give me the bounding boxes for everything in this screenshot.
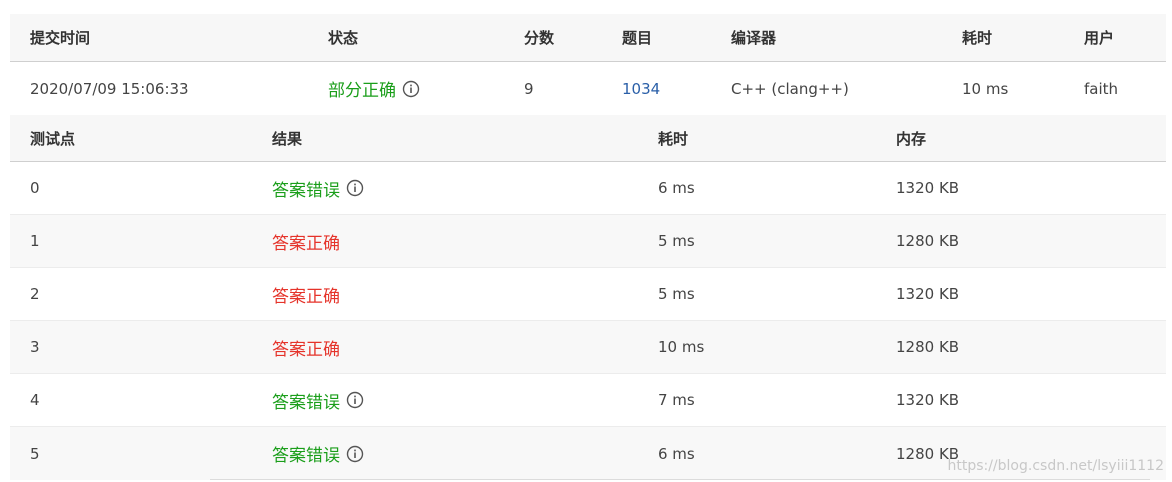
header-user: 用户	[1084, 29, 1115, 47]
testcase-result: 答案错误	[272, 374, 364, 426]
table-row: 4 答案错误 7 ms 1320 KB	[10, 374, 1166, 427]
header-score: 分数	[524, 29, 555, 47]
testcase-duration: 5 ms	[658, 232, 695, 250]
testcase-memory: 1320 KB	[896, 285, 960, 303]
header-problem: 题目	[622, 29, 653, 47]
testcase-header-row: 测试点 结果 耗时 内存	[10, 115, 1166, 162]
header-testcase-id: 测试点	[30, 129, 76, 148]
watermark: https://blog.csdn.net/lsyiii1112	[947, 458, 1164, 474]
result-label: 答案正确	[272, 286, 340, 307]
testcase-memory: 1280 KB	[896, 338, 960, 356]
submission-problem-link[interactable]: 1034	[622, 62, 660, 115]
testcase-result: 答案正确	[272, 268, 340, 320]
submission-status-label: 部分正确	[328, 81, 396, 101]
testcase-duration: 6 ms	[658, 444, 695, 463]
result-label: 答案正确	[272, 339, 340, 360]
header-compiler: 编译器	[731, 29, 777, 47]
submission-score: 9	[524, 79, 534, 98]
result-label: 答案错误	[272, 180, 340, 201]
table-row: 1 答案正确 5 ms 1280 KB	[10, 215, 1166, 268]
header-result: 结果	[272, 129, 303, 148]
testcase-result: 答案错误	[272, 427, 364, 480]
header-duration: 耗时	[962, 29, 993, 47]
testcase-id: 5	[30, 444, 40, 463]
header-memory: 内存	[896, 129, 927, 148]
info-icon[interactable]	[346, 445, 364, 463]
header-time: 提交时间	[30, 29, 91, 47]
testcase-duration: 5 ms	[658, 285, 695, 303]
submission-user: faith	[1084, 79, 1119, 98]
testcase-id: 3	[30, 338, 40, 356]
info-icon[interactable]	[402, 80, 420, 98]
testcase-id: 4	[30, 391, 40, 409]
table-row: 2 答案正确 5 ms 1320 KB	[10, 268, 1166, 321]
testcase-id: 0	[30, 179, 40, 197]
submission-header-row: 提交时间 状态 分数 题目 编译器 耗时 用户	[10, 14, 1166, 62]
info-icon[interactable]	[346, 391, 364, 409]
table-row: 3 答案正确 10 ms 1280 KB	[10, 321, 1166, 374]
submission-table: 提交时间 状态 分数 题目 编译器 耗时 用户 2020/07/09 15:06…	[10, 14, 1166, 480]
header-status: 状态	[328, 29, 359, 47]
testcase-result: 答案正确	[272, 215, 340, 267]
testcase-result: 答案正确	[272, 321, 340, 373]
testcase-rows: 0 答案错误 6 ms 1320 KB 1 答案正确 5 ms 1280 KB …	[10, 162, 1166, 480]
testcase-memory: 1320 KB	[896, 179, 960, 197]
testcase-id: 2	[30, 285, 40, 303]
header-testcase-duration: 耗时	[658, 129, 689, 148]
table-row: 0 答案错误 6 ms 1320 KB	[10, 162, 1166, 215]
submission-row: 2020/07/09 15:06:33 部分正确 9 1034 C++ (cla…	[10, 62, 1166, 115]
testcase-memory: 1280 KB	[896, 232, 960, 250]
testcase-result: 答案错误	[272, 162, 364, 214]
submission-compiler: C++ (clang++)	[731, 79, 849, 98]
submission-time: 2020/07/09 15:06:33	[30, 79, 189, 98]
testcase-id: 1	[30, 232, 40, 250]
testcase-duration: 7 ms	[658, 391, 695, 409]
result-label: 答案错误	[272, 392, 340, 413]
result-label: 答案错误	[272, 446, 340, 466]
table-bottom-divider	[210, 479, 1150, 480]
testcase-duration: 6 ms	[658, 179, 695, 197]
result-label: 答案正确	[272, 233, 340, 254]
info-icon[interactable]	[346, 179, 364, 197]
testcase-memory: 1320 KB	[896, 391, 960, 409]
submission-duration: 10 ms	[962, 79, 1009, 98]
testcase-duration: 10 ms	[658, 338, 705, 356]
submission-status: 部分正确	[328, 62, 420, 115]
